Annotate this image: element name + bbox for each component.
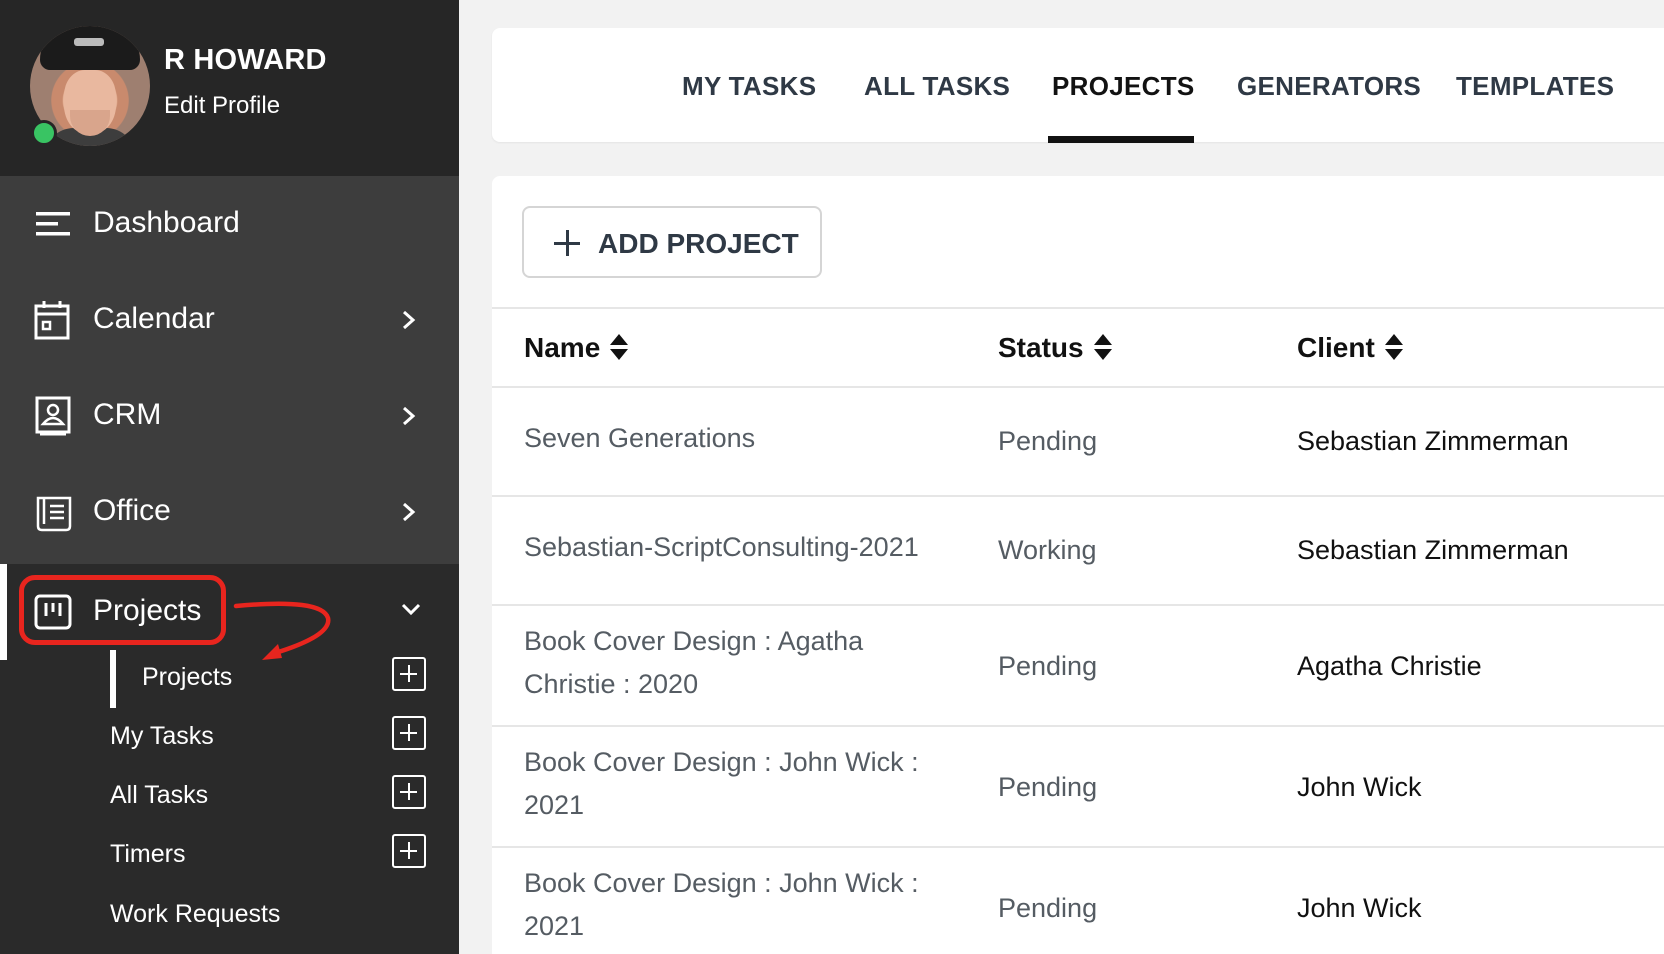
nav-item-label: Dashboard [93, 206, 240, 239]
tab-my-tasks[interactable]: MY TASKS [682, 71, 816, 102]
nav-item-label: Office [93, 494, 171, 527]
subnav-item-label: All Tasks [110, 781, 209, 809]
table-row[interactable]: Seven Generations Pending Sebastian Zimm… [492, 388, 1664, 496]
sidebar: R HOWARD Edit Profile Dashboard Calendar [0, 0, 459, 954]
office-icon [36, 496, 72, 532]
chevron-down-icon [401, 603, 421, 616]
project-client: John Wick [1297, 893, 1422, 923]
tab-generators[interactable]: GENERATORS [1237, 71, 1421, 102]
calendar-icon [34, 301, 70, 340]
subnav-item-all-tasks[interactable]: All Tasks [110, 771, 440, 821]
active-indicator [0, 564, 7, 660]
add-project-plus-icon[interactable] [392, 657, 426, 691]
project-client: Sebastian Zimmerman [1297, 535, 1569, 565]
tab-projects[interactable]: PROJECTS [1052, 71, 1195, 102]
add-project-label: ADD PROJECT [598, 228, 799, 259]
nav-item-label: Calendar [93, 302, 215, 335]
profile-header: R HOWARD Edit Profile [0, 0, 459, 176]
active-tab-underline [1048, 136, 1194, 143]
column-header-client[interactable]: Client [1297, 332, 1403, 364]
project-name[interactable]: Seven Generations [524, 417, 954, 460]
project-client: John Wick [1297, 772, 1422, 802]
subnav-item-label: Timers [110, 840, 186, 868]
nav-item-projects[interactable]: Projects [0, 564, 459, 660]
project-name[interactable]: Sebastian-ScriptConsulting-2021 [524, 526, 984, 569]
tab-all-tasks[interactable]: ALL TASKS [864, 71, 1010, 102]
divider [492, 307, 1664, 309]
table-row[interactable]: Sebastian-ScriptConsulting-2021 Working … [492, 497, 1664, 605]
subnav-item-work-requests[interactable]: Work Requests [110, 890, 440, 940]
sort-icon[interactable] [610, 334, 629, 360]
subnav-item-projects[interactable]: Projects [142, 653, 440, 703]
project-client: Sebastian Zimmerman [1297, 426, 1569, 456]
table-row[interactable]: Book Cover Design : John Wick : 2021 Pen… [492, 848, 1664, 954]
column-header-status[interactable]: Status [998, 332, 1112, 364]
nav-item-office[interactable]: Office [0, 464, 459, 560]
project-name[interactable]: Book Cover Design : John Wick : 2021 [524, 862, 954, 948]
tab-bar: MY TASKS ALL TASKS PROJECTS GENERATORS T… [492, 28, 1664, 143]
online-status-indicator [31, 120, 57, 146]
chevron-right-icon [403, 310, 416, 330]
tab-templates[interactable]: TEMPLATES [1456, 71, 1614, 102]
add-project-button[interactable]: ADD PROJECT [522, 206, 822, 278]
subnav-item-timers[interactable]: Timers [110, 830, 440, 880]
column-header-label: Name [524, 332, 601, 363]
nav-item-dashboard[interactable]: Dashboard [0, 176, 459, 272]
column-header-label: Status [998, 332, 1084, 363]
project-name[interactable]: Book Cover Design : John Wick : 2021 [524, 741, 954, 827]
subnav-item-label: Projects [142, 663, 233, 691]
add-timer-plus-icon[interactable] [392, 834, 426, 868]
plus-icon [554, 230, 580, 256]
add-task-plus-icon[interactable] [392, 775, 426, 809]
table-row[interactable]: Book Cover Design : John Wick : 2021 Pen… [492, 727, 1664, 847]
sort-icon[interactable] [1093, 334, 1112, 360]
project-status: Pending [998, 651, 1098, 681]
project-client: Agatha Christie [1297, 651, 1482, 681]
nav-item-crm[interactable]: CRM [0, 368, 459, 464]
chevron-right-icon [403, 502, 416, 522]
column-header-label: Client [1297, 332, 1375, 363]
sub-active-indicator [110, 650, 116, 708]
subnav-item-my-tasks[interactable]: My Tasks [110, 712, 440, 762]
chevron-right-icon [403, 406, 416, 426]
column-header-name[interactable]: Name [524, 332, 629, 364]
project-status: Working [998, 535, 1097, 565]
main-nav: Dashboard Calendar CRM Office [0, 176, 459, 564]
subnav-item-label: My Tasks [110, 722, 214, 750]
nav-item-label: Projects [93, 594, 202, 627]
kanban-board-icon [34, 594, 72, 630]
table-row[interactable]: Book Cover Design : Agatha Christie : 20… [492, 606, 1664, 726]
sort-icon[interactable] [1384, 334, 1403, 360]
edit-profile-link[interactable]: Edit Profile [164, 92, 280, 120]
project-status: Pending [998, 893, 1098, 923]
menu-icon [36, 212, 70, 236]
add-task-plus-icon[interactable] [392, 716, 426, 750]
project-status: Pending [998, 772, 1098, 802]
project-name[interactable]: Book Cover Design : Agatha Christie : 20… [524, 620, 954, 706]
nav-item-label: CRM [93, 398, 162, 431]
subnav-item-label: Work Requests [110, 900, 281, 928]
profile-name: R HOWARD [164, 44, 327, 76]
project-status: Pending [998, 426, 1098, 456]
nav-item-calendar[interactable]: Calendar [0, 272, 459, 368]
contact-card-icon [35, 396, 71, 436]
projects-panel: ADD PROJECT Name Status Client Seven Gen… [492, 176, 1664, 954]
